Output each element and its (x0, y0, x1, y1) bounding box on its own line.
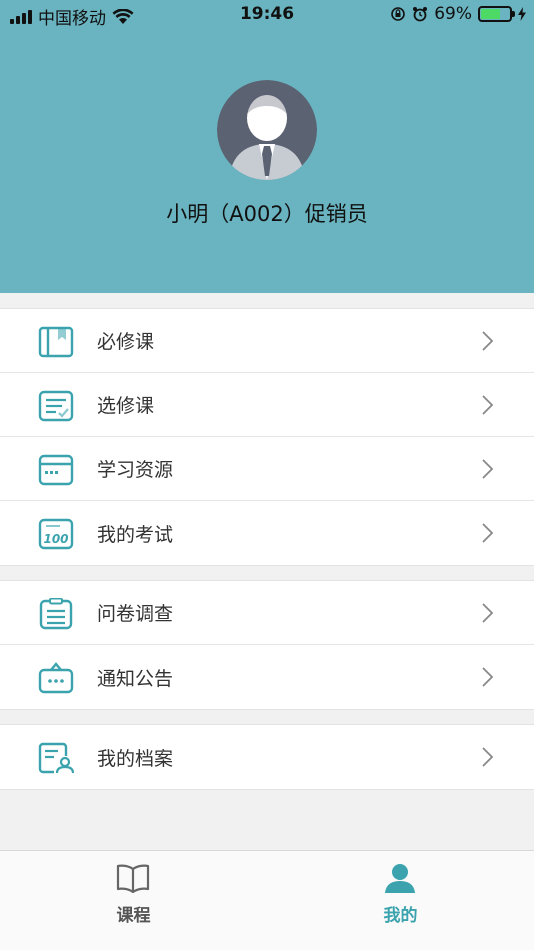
tab-mine[interactable]: 我的 (267, 851, 534, 950)
avatar[interactable] (217, 80, 317, 180)
chevron-right-icon (482, 459, 494, 479)
menu-item-label: 问卷调查 (97, 603, 174, 625)
window-icon (38, 454, 74, 486)
book-icon (38, 326, 74, 358)
menu-item-label: 选修课 (97, 395, 155, 417)
menu-item-label: 我的考试 (97, 523, 174, 546)
user-icon (385, 864, 415, 893)
menu-group-profile: 我的档案 (0, 724, 534, 790)
profile-header: 小明（A002）促销员 (0, 0, 534, 293)
tab-courses[interactable]: 课程 (0, 851, 267, 950)
menu-item-label: 通知公告 (97, 667, 174, 690)
chevron-right-icon (482, 747, 494, 767)
status-bar: 中国移动 19:46 69% (0, 0, 534, 30)
chevron-right-icon (482, 331, 494, 351)
clipboard-icon (39, 598, 73, 630)
menu-item-label: 学习资源 (97, 459, 174, 481)
profile-file-icon (38, 742, 74, 774)
score-100-icon: 100 (38, 518, 74, 550)
menu-group-learning: 必修课 选修课 学习资源 100 我的考试 (0, 308, 534, 566)
charging-icon (518, 7, 526, 21)
menu-item-label: 我的档案 (97, 747, 174, 770)
menu-item-required-courses[interactable]: 必修课 (0, 309, 534, 373)
chevron-right-icon (482, 667, 494, 687)
user-avatar-icon (217, 80, 317, 180)
orientation-lock-icon (391, 7, 406, 21)
menu-item-label: 必修课 (97, 331, 155, 353)
battery-percent: 69% (434, 4, 472, 24)
user-name: 小明（A002）促销员 (166, 202, 368, 226)
chevron-right-icon (482, 395, 494, 415)
menu-item-my-records[interactable]: 我的档案 (0, 725, 534, 789)
chevron-right-icon (482, 603, 494, 623)
svg-text:100: 100 (43, 532, 68, 546)
menu-item-my-exams[interactable]: 100 我的考试 (0, 501, 534, 565)
message-icon (38, 662, 74, 694)
menu-item-learning-resources[interactable]: 学习资源 (0, 437, 534, 501)
battery-icon (478, 6, 515, 22)
open-book-icon (116, 864, 150, 893)
menu-item-elective-courses[interactable]: 选修课 (0, 373, 534, 437)
tab-mine-label: 我的 (383, 906, 418, 926)
list-check-icon (38, 390, 74, 422)
chevron-right-icon (482, 523, 494, 543)
alarm-icon (413, 7, 428, 22)
tab-bar: 课程 我的 (0, 850, 534, 950)
menu-group-communication: 问卷调查 通知公告 (0, 580, 534, 710)
menu-item-announcements[interactable]: 通知公告 (0, 645, 534, 709)
tab-courses-label: 课程 (116, 906, 151, 926)
menu-item-survey[interactable]: 问卷调查 (0, 581, 534, 645)
